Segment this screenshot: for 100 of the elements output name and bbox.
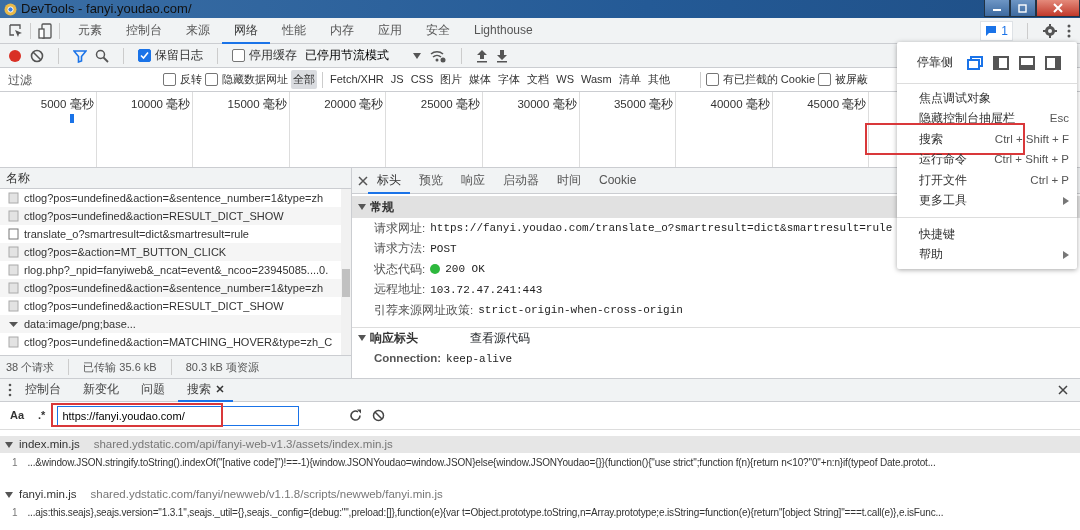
file-name[interactable]: index.min.js [19, 435, 80, 454]
menu-item[interactable]: 搜索 Ctrl + Shift + F [897, 129, 1077, 150]
device-icon[interactable] [37, 22, 53, 39]
regex-button[interactable]: .* [36, 407, 48, 424]
timeline-tick: 35000 毫秒 [579, 92, 677, 167]
settings-icon[interactable] [1042, 22, 1058, 39]
close-icon[interactable] [1058, 385, 1068, 395]
issues-button[interactable]: 1 [980, 20, 1013, 41]
tab[interactable]: 问题 [132, 378, 174, 402]
request-name[interactable]: translate_o?smartresult=dict&smartresult=rule [24, 225, 249, 243]
header-value: 200 OK [445, 262, 485, 277]
checkbox[interactable] [232, 49, 245, 62]
line-number: 1 [12, 456, 18, 470]
header-value: 103.72.47.241:443 [430, 282, 543, 298]
search-match-line[interactable]: ...&window.JSON.stringify.toString().indexOf("[native code]")!==-1){window.JSONYoudao=window.JSON}else{window.JSONYoudao={}}(function(){"use strict";function f(n){return n<10?"0"+n:n}if(typeof Date.protot... [27, 455, 936, 470]
filter-type-button[interactable]: 文档 [525, 70, 552, 89]
tab[interactable]: 时间 [548, 168, 590, 194]
checkbox[interactable] [705, 73, 719, 86]
tab[interactable]: 预览 [410, 168, 452, 194]
expand-icon[interactable] [5, 491, 13, 498]
tab[interactable]: Lighthouse [462, 17, 545, 44]
search-match-line[interactable]: ...ajs:this.seajs},seajs.version="1.3.1",seajs._util={},seajs._config={debug:"",preload:[]},function(e){var t=Object.prototype.toString,n=Array.prototype;e.isString=function(e){return"[object String]"===t.call(e)},e.isFunc... [27, 505, 944, 520]
minimize-button[interactable] [984, 0, 1010, 17]
match-case-button[interactable]: Aa [8, 407, 27, 424]
tab[interactable]: 内存 [318, 17, 366, 44]
filter-type-button[interactable]: 字体 [496, 70, 523, 89]
tab[interactable]: Cookie [590, 168, 646, 194]
tab[interactable]: 元素 [66, 17, 114, 44]
network-conditions-icon[interactable] [429, 48, 447, 63]
close-button[interactable] [1036, 0, 1080, 17]
filter-type-button[interactable]: WS [554, 70, 576, 89]
search-field[interactable]: https://fanyi.youdao.com/ [57, 405, 300, 426]
tab[interactable]: 控制台 [114, 17, 174, 44]
request-name[interactable]: ctlog?pos=undefined&action=MATCHING_HOVER&type=zh_C [24, 333, 333, 351]
tab[interactable]: 控制台 [16, 378, 70, 402]
view-source-link[interactable]: 查看源代码 [470, 329, 530, 347]
tab[interactable]: 应用 [366, 17, 414, 44]
clear-icon[interactable] [30, 48, 44, 63]
tab[interactable]: 启动器 [494, 168, 548, 194]
inspect-icon[interactable] [8, 22, 24, 39]
refresh-icon[interactable] [349, 409, 363, 422]
record-icon[interactable] [8, 48, 22, 63]
expand-icon[interactable] [358, 335, 366, 341]
scrollbar[interactable] [341, 189, 351, 355]
checkbox[interactable] [205, 73, 218, 86]
file-name[interactable]: fanyi.min.js [19, 485, 77, 504]
tab[interactable]: 来源 [174, 17, 222, 44]
maximize-icon[interactable] [1018, 3, 1028, 13]
filter-type-button[interactable]: 媒体 [467, 70, 494, 89]
request-name[interactable]: ctlog?pos=undefined&action=RESULT_DICT_SHOW [24, 297, 284, 315]
menu-item[interactable]: 更多工具 [897, 190, 1077, 211]
close-icon[interactable] [216, 385, 224, 393]
filter-type-button[interactable]: CSS [408, 70, 436, 89]
filter-type-button[interactable]: 全部 [291, 70, 317, 89]
checkbox[interactable] [163, 73, 176, 86]
tab[interactable]: 安全 [414, 17, 462, 44]
filter-type-button[interactable]: 其他 [645, 70, 672, 89]
request-name[interactable]: ctlog?pos=undefined&action=&sentence_number=1&type=zh [24, 189, 324, 207]
request-bar [70, 114, 74, 123]
header-name: 请求方法: [374, 241, 426, 257]
dock-left-icon[interactable] [993, 55, 1009, 70]
tab[interactable]: 搜索 [178, 378, 233, 402]
caret-icon [413, 52, 421, 59]
maximize-button[interactable] [1010, 0, 1036, 17]
download-icon[interactable] [496, 48, 508, 63]
close-icon[interactable] [358, 175, 368, 186]
tab[interactable]: 标头 [368, 168, 410, 194]
filter-type-button[interactable]: Fetch/XHR [328, 70, 386, 89]
menu-item[interactable]: 隐藏控制台抽屉栏 Esc [897, 108, 1077, 129]
tab[interactable]: 响应 [452, 168, 494, 194]
checkbox-label: 被屏蔽 [835, 72, 869, 88]
checkbox[interactable] [818, 73, 832, 86]
window-title: DevTools - fanyi.youdao.com/ [21, 0, 192, 19]
filter-type-button[interactable]: JS [388, 70, 406, 89]
filter-icon[interactable] [73, 48, 87, 63]
dock-bottom-icon[interactable] [1019, 55, 1035, 70]
timeline-tick: 10000 毫秒 [96, 92, 194, 167]
clear-icon[interactable] [372, 409, 386, 422]
filter-type-button[interactable]: 清单 [616, 70, 643, 89]
tab[interactable]: 性能 [270, 17, 318, 44]
menu-item[interactable]: 打开文件 Ctrl + P [897, 170, 1077, 191]
menu-item[interactable]: 帮助 [897, 244, 1077, 265]
throttling-dropdown[interactable]: 已停用节流模式 [305, 46, 421, 65]
request-name[interactable]: rlog.php?_npid=fanyiweb&_ncat=event&_ncoo=23945085....0. [24, 261, 329, 279]
expand-icon[interactable] [5, 441, 13, 448]
filter-type-button[interactable]: Wasm [579, 70, 614, 89]
menu-item[interactable]: 运行命令 Ctrl + Shift + P [897, 149, 1077, 170]
filter-type-button[interactable]: 图片 [438, 70, 465, 89]
search-icon[interactable] [95, 48, 109, 63]
expand-icon[interactable] [358, 204, 366, 210]
menu-item[interactable]: 快捷键 [897, 224, 1077, 245]
menu-item[interactable]: 焦点调试对象 [897, 88, 1077, 109]
dock-right-icon[interactable] [1045, 55, 1061, 70]
more-icon[interactable] [8, 383, 12, 397]
tab[interactable]: 新变化 [74, 378, 128, 402]
checkbox[interactable] [138, 49, 151, 62]
undock-icon[interactable] [967, 55, 983, 70]
header-name: 远程地址: [374, 282, 426, 298]
upload-icon[interactable] [476, 48, 488, 63]
more-icon[interactable] [1066, 22, 1072, 39]
